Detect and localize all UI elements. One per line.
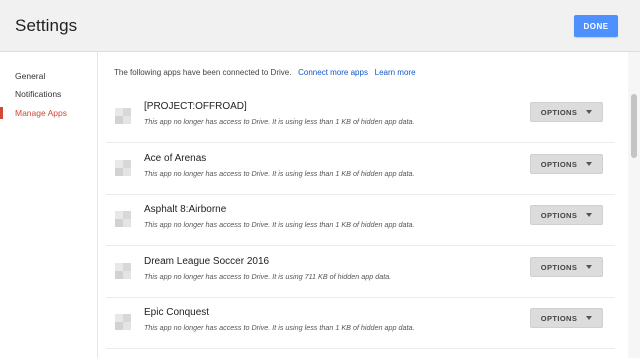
options-label: OPTIONS: [540, 262, 578, 272]
scrollbar-thumb[interactable]: [631, 94, 637, 158]
options-label: OPTIONS: [540, 107, 578, 117]
app-placeholder-icon: [115, 314, 131, 330]
app-row: Asphalt 8:Airborne This app no longer ha…: [106, 195, 615, 246]
options-button[interactable]: OPTIONS: [530, 154, 603, 174]
options-button[interactable]: OPTIONS: [530, 257, 603, 277]
options-label: OPTIONS: [540, 159, 578, 169]
caret-down-icon: [586, 316, 593, 320]
intro-text: The following apps have been connected t…: [114, 68, 416, 77]
app-placeholder-icon: [115, 160, 131, 176]
caret-down-icon: [586, 213, 593, 217]
app-placeholder-icon: [115, 211, 131, 227]
app-placeholder-icon: [115, 263, 131, 279]
app-description: This app no longer has access to Drive. …: [144, 323, 415, 332]
app-row: Ace of Arenas This app no longer has acc…: [106, 144, 615, 195]
sidebar-item-label: General: [15, 71, 46, 81]
caret-down-icon: [586, 265, 593, 269]
app-name: [PROJECT:OFFROAD]: [144, 101, 247, 112]
settings-header: Settings DONE: [0, 0, 640, 52]
options-button[interactable]: OPTIONS: [530, 205, 603, 225]
app-row: Dream League Soccer 2016 This app no lon…: [106, 247, 615, 298]
options-label: OPTIONS: [540, 210, 578, 220]
page-title: Settings: [15, 16, 78, 35]
options-label: OPTIONS: [540, 313, 578, 323]
app-description: This app no longer has access to Drive. …: [144, 272, 392, 281]
app-name: Epic Conquest: [144, 307, 210, 318]
app-row: Epic Conquest This app no longer has acc…: [106, 298, 615, 349]
app-placeholder-icon: [115, 108, 131, 124]
app-description: This app no longer has access to Drive. …: [144, 169, 415, 178]
sidebar-item-label: Manage Apps: [15, 108, 67, 118]
caret-down-icon: [586, 162, 593, 166]
sidebar-item-general[interactable]: General: [0, 67, 96, 85]
manage-apps-panel: The following apps have been connected t…: [98, 52, 628, 358]
app-name: Asphalt 8:Airborne: [144, 204, 227, 215]
app-row: [PROJECT:OFFROAD] This app no longer has…: [106, 92, 615, 143]
sidebar-item-label: Notifications: [15, 89, 62, 99]
learn-more-link[interactable]: Learn more: [375, 68, 416, 77]
caret-down-icon: [586, 110, 593, 114]
connect-more-apps-link[interactable]: Connect more apps: [298, 68, 368, 77]
app-name: Dream League Soccer 2016: [144, 256, 270, 267]
options-button[interactable]: OPTIONS: [530, 308, 603, 328]
sidebar-item-manage-apps[interactable]: Manage Apps: [0, 104, 96, 122]
vertical-scrollbar[interactable]: [628, 52, 640, 358]
app-name: Ace of Arenas: [144, 153, 207, 164]
app-description: This app no longer has access to Drive. …: [144, 117, 415, 126]
app-description: This app no longer has access to Drive. …: [144, 220, 415, 229]
options-button[interactable]: OPTIONS: [530, 102, 603, 122]
intro-label: The following apps have been connected t…: [114, 68, 292, 77]
settings-sidebar: General Notifications Manage Apps: [0, 52, 98, 358]
done-button[interactable]: DONE: [574, 15, 618, 37]
sidebar-item-notifications[interactable]: Notifications: [0, 85, 96, 103]
